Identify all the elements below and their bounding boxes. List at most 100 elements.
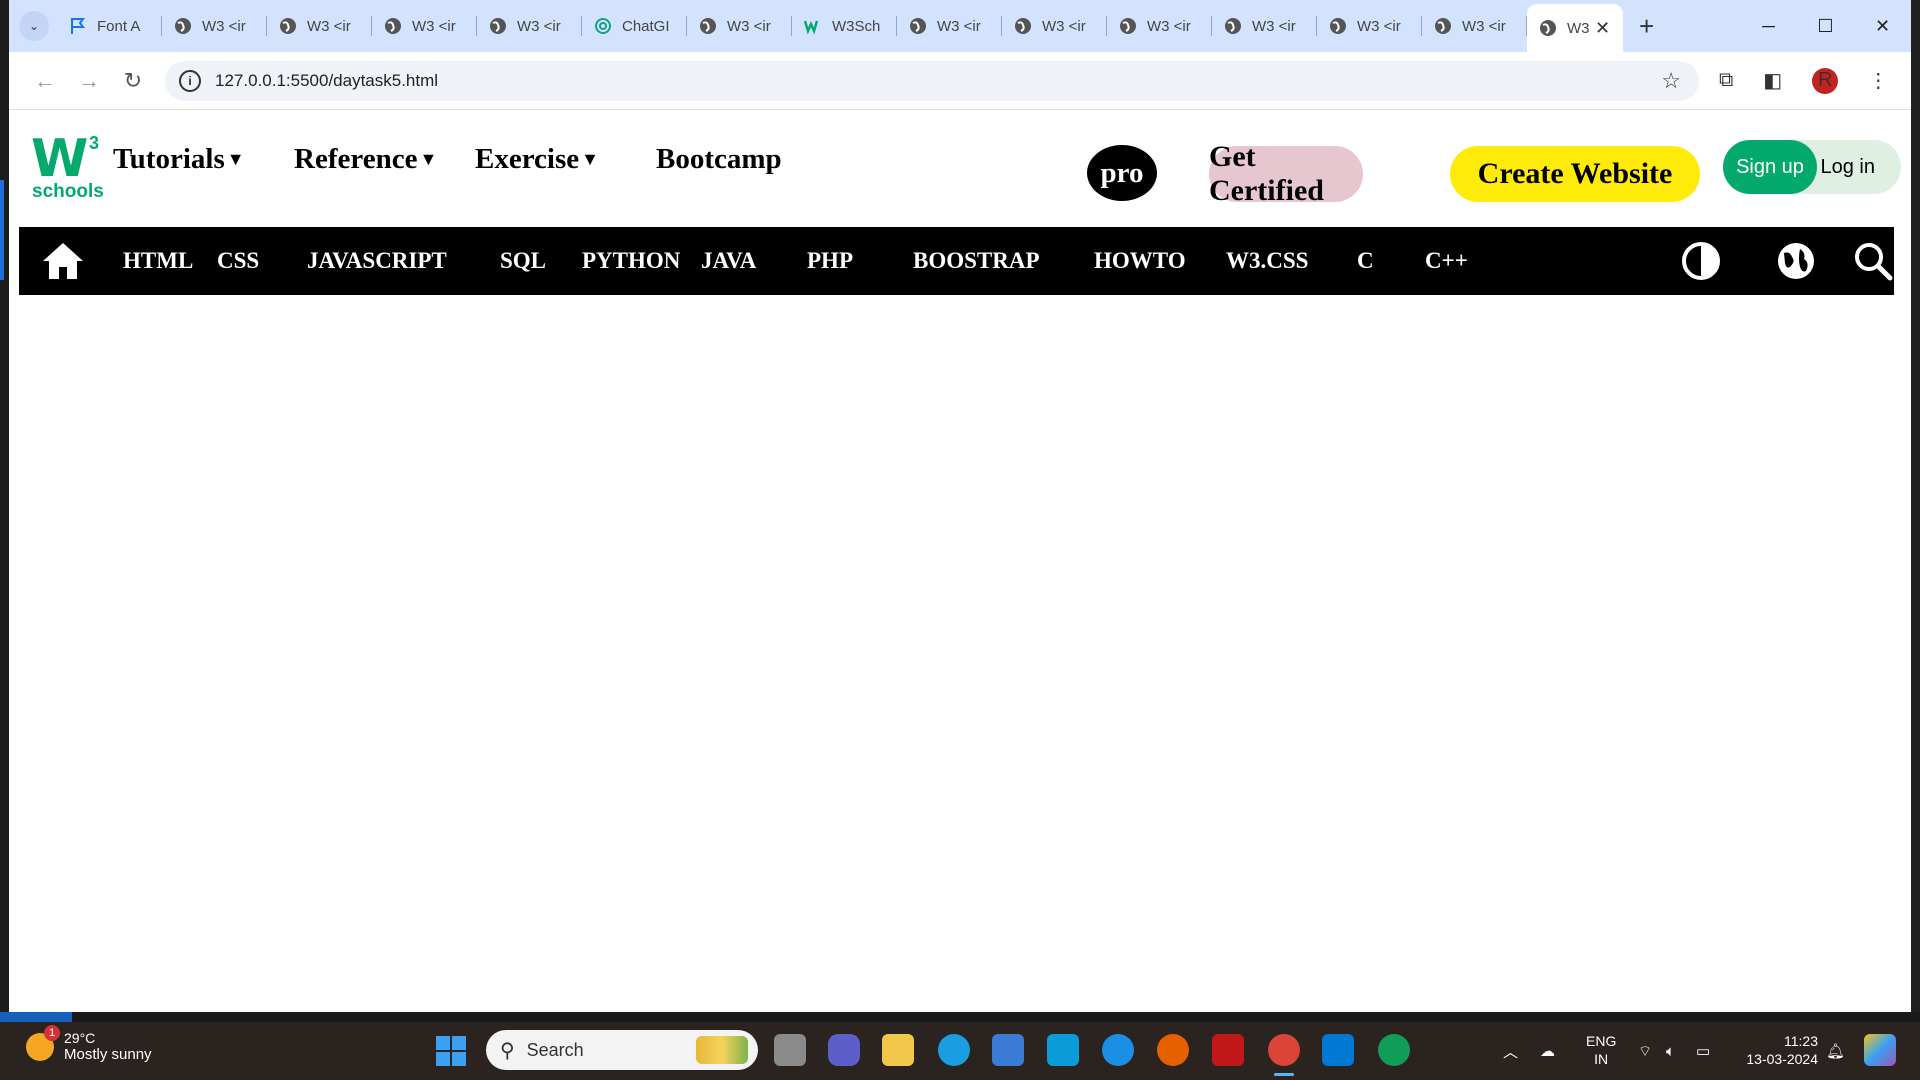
forward-icon[interactable]: → [67, 68, 111, 94]
tab[interactable]: W3 <ir [687, 0, 792, 52]
create-website-button[interactable]: Create Website [1450, 146, 1700, 202]
browser-toolbar: ← → ↻ i 127.0.0.1:5500/daytask5.html ☆ ⧉… [9, 52, 1911, 110]
tab[interactable]: W3 <ir [1212, 0, 1317, 52]
chrome-profile-icon[interactable] [1378, 1034, 1410, 1066]
globe-icon [909, 17, 927, 35]
tab[interactable]: W3 <ir [162, 0, 267, 52]
tab-label: ChatGI [622, 17, 670, 35]
subject-navbar: HTML CSS JAVASCRIPT SQL PYTHON JAVA PHP … [19, 227, 1894, 295]
globe-icon [279, 17, 297, 35]
sign-up-button[interactable]: Sign up [1723, 140, 1817, 194]
language-indicator[interactable]: ENG IN [1586, 1032, 1616, 1068]
tab[interactable]: W3 <ir [1107, 0, 1212, 52]
show-hidden-icons-icon[interactable]: ︿ [1503, 1022, 1518, 1080]
file-explorer-icon[interactable] [882, 1034, 914, 1066]
subnav-javascript[interactable]: JAVASCRIPT [307, 227, 447, 295]
menu-bootcamp[interactable]: Bootcamp [656, 143, 782, 176]
new-tab-button[interactable]: + [1639, 11, 1654, 42]
weather-condition: Mostly sunny [64, 1046, 152, 1063]
tab[interactable]: Font A [57, 0, 162, 52]
chrome-icon[interactable] [1268, 1034, 1300, 1076]
menu-exercise[interactable]: Exercise ▼ [475, 143, 599, 176]
subnav-php[interactable]: PHP [807, 227, 853, 295]
globe-icon [1224, 17, 1242, 35]
edge-icon[interactable] [938, 1034, 970, 1066]
vscode-icon[interactable] [1322, 1034, 1354, 1066]
battery-icon[interactable]: ▭ [1696, 1022, 1710, 1080]
contrast-icon[interactable] [1681, 241, 1721, 281]
address-bar[interactable]: i 127.0.0.1:5500/daytask5.html ☆ [165, 60, 1699, 101]
tab[interactable]: W3 <ir [267, 0, 372, 52]
notifications-icon[interactable]: 🔔︎ [1826, 1022, 1845, 1080]
search-highlight-image [696, 1036, 748, 1064]
pro-button[interactable]: pro [1087, 145, 1157, 201]
home-icon[interactable] [41, 241, 83, 281]
tab[interactable]: W3 <ir [1002, 0, 1107, 52]
tab[interactable]: W3 <ir [1317, 0, 1422, 52]
tab-label: W3 [1567, 19, 1589, 37]
extensions-icon[interactable]: ⧉ [1719, 69, 1733, 92]
tab[interactable]: W3 <ir [372, 0, 477, 52]
myhp-icon[interactable] [1047, 1034, 1079, 1066]
chatgpt-icon [594, 17, 612, 35]
w3schools-logo[interactable]: W 3 schools [31, 129, 104, 205]
microsoft-store-icon[interactable] [992, 1034, 1024, 1066]
site-info-icon[interactable]: i [179, 69, 201, 92]
close-window-icon[interactable]: ✕ [1854, 0, 1911, 52]
mcafee-icon[interactable] [1212, 1034, 1244, 1066]
side-panel-icon[interactable]: ◧ [1763, 68, 1782, 93]
taskbar-search[interactable]: ⚲ Search [486, 1030, 758, 1070]
tab[interactable]: ChatGI [582, 0, 687, 52]
subnav-cpp[interactable]: C++ [1425, 227, 1468, 295]
tab-label: W3 <ir [1462, 17, 1506, 35]
minimize-icon[interactable]: ─ [1740, 0, 1797, 52]
tab-active[interactable]: W3 ✕ [1527, 4, 1623, 52]
menu-tutorials[interactable]: Tutorials ▼ [113, 143, 245, 176]
menu-label: Bootcamp [656, 143, 782, 175]
globe-icon[interactable] [1776, 241, 1816, 281]
flag-icon [69, 17, 87, 35]
reload-icon[interactable]: ↻ [111, 68, 155, 94]
subnav-bootstrap[interactable]: BOOSTRAP [913, 227, 1040, 295]
logo-letter: W [31, 129, 88, 189]
onedrive-icon[interactable]: ☁ [1540, 1022, 1555, 1080]
subnav-html[interactable]: HTML [123, 227, 193, 295]
subnav-howto[interactable]: HOWTO [1094, 227, 1186, 295]
volume-icon[interactable]: 🔈︎ [1666, 1022, 1675, 1080]
windows-start-icon[interactable] [436, 1036, 466, 1066]
subnav-java[interactable]: JAVA [701, 227, 756, 295]
tab-label: W3 <ir [1147, 17, 1191, 35]
copilot-icon[interactable] [1864, 1034, 1896, 1066]
close-icon[interactable]: ✕ [1595, 18, 1610, 39]
globe-icon [1434, 17, 1452, 35]
get-certified-button[interactable]: Get Certified [1209, 140, 1363, 207]
profile-avatar[interactable]: R [1812, 67, 1839, 94]
bookmark-star-icon[interactable]: ☆ [1661, 68, 1681, 94]
tab-search-button[interactable]: ⌄ [19, 11, 49, 41]
subnav-c[interactable]: C [1357, 227, 1374, 295]
subnav-css[interactable]: CSS [217, 227, 259, 295]
clock[interactable]: 11:23 13-03-2024 [1738, 1032, 1818, 1068]
search-icon[interactable] [1853, 241, 1893, 281]
subnav-sql[interactable]: SQL [500, 227, 546, 295]
back-icon[interactable]: ← [23, 68, 67, 94]
menu-kebab-icon[interactable]: ⋮ [1868, 68, 1888, 93]
help-icon[interactable] [1102, 1034, 1134, 1066]
maximize-icon[interactable]: ☐ [1797, 0, 1854, 52]
tab[interactable]: W3Sch [792, 0, 897, 52]
globe-icon [174, 17, 192, 35]
subnav-w3css[interactable]: W3.CSS [1226, 227, 1308, 295]
weather-widget[interactable]: 1 29°C Mostly sunny [26, 1024, 152, 1063]
teams-chat-icon[interactable] [828, 1034, 860, 1066]
firefox-icon[interactable] [1157, 1034, 1189, 1066]
tab[interactable]: W3 <ir [1422, 0, 1527, 52]
wifi-icon[interactable]: ⌔ [1638, 1022, 1652, 1080]
tab[interactable]: W3 <ir [477, 0, 582, 52]
weather-sun-icon: 1 [26, 1024, 60, 1061]
menu-reference[interactable]: Reference ▼ [294, 143, 437, 176]
temperature: 29°C [64, 1030, 96, 1046]
tab[interactable]: W3 <ir [897, 0, 1002, 52]
task-view-icon[interactable] [774, 1034, 806, 1066]
tab-label: W3 <ir [727, 17, 771, 35]
subnav-python[interactable]: PYTHON [582, 227, 680, 295]
